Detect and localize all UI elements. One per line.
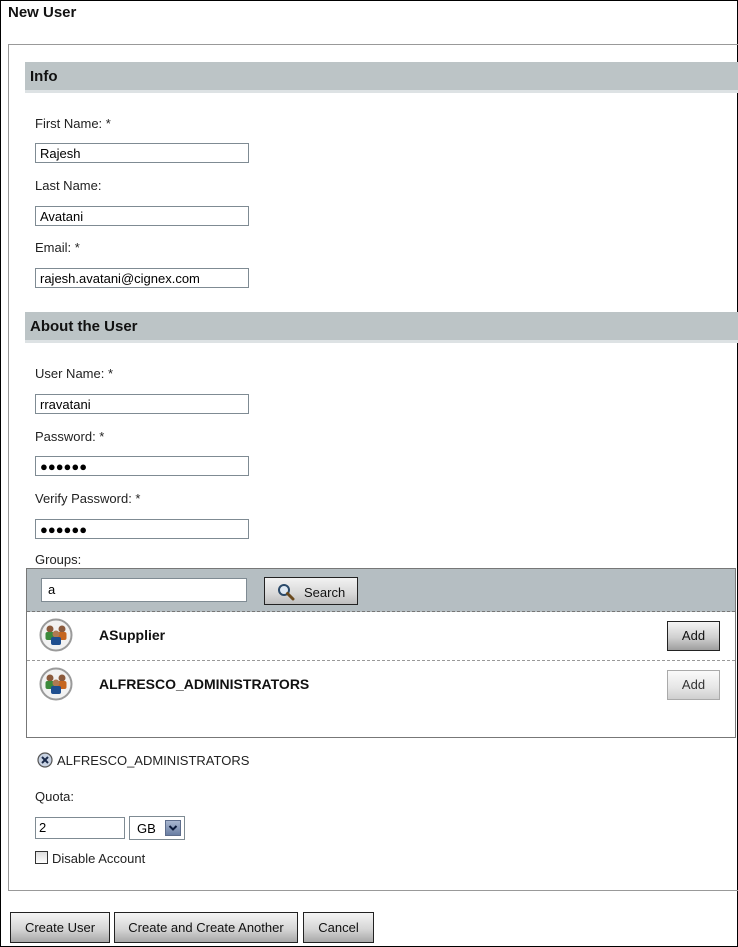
group-name: ASupplier: [99, 627, 166, 643]
groups-label: Groups:: [35, 552, 82, 567]
group-icon: [39, 618, 73, 652]
last-name-label: Last Name:: [35, 178, 102, 193]
group-icon: [39, 667, 73, 701]
section-title: Info: [30, 68, 58, 85]
search-button[interactable]: Search: [264, 577, 358, 605]
username-input[interactable]: rravatani: [35, 394, 249, 414]
group-name: ALFRESCO_ADMINISTRATORS: [99, 676, 310, 692]
list-item: ALFRESCO_ADMINISTRATORS Add: [27, 661, 735, 709]
verify-password-label: Verify Password: *: [35, 491, 141, 506]
password-label: Password: *: [35, 429, 105, 444]
quota-unit-value: GB: [137, 821, 156, 836]
add-group-button[interactable]: Add: [667, 670, 720, 700]
quota-unit-select[interactable]: GB: [129, 816, 185, 840]
disable-account-row: Disable Account: [35, 851, 145, 866]
section-header-info: Info: [25, 62, 738, 93]
last-name-input[interactable]: Avatani: [35, 206, 249, 226]
password-input[interactable]: ●●●●●●: [35, 456, 249, 476]
chevron-down-icon[interactable]: [165, 820, 181, 836]
username-label: User Name: *: [35, 366, 114, 381]
groups-picker: a Search ASupplier Add ALFRESCO_ADMINIST…: [26, 568, 736, 738]
quota-label: Quota:: [35, 789, 75, 804]
disable-account-checkbox[interactable]: [35, 851, 48, 864]
section-title: About the User: [30, 318, 138, 335]
selected-group: ALFRESCO_ADMINISTRATORS: [37, 752, 249, 768]
verify-password-input[interactable]: ●●●●●●: [35, 519, 249, 539]
list-item: ASupplier Add: [27, 612, 735, 661]
selected-group-name: ALFRESCO_ADMINISTRATORS: [57, 753, 250, 768]
email-input[interactable]: rajesh.avatani@cignex.com: [35, 268, 249, 288]
disable-account-label: Disable Account: [52, 851, 146, 866]
cancel-button[interactable]: Cancel: [303, 912, 374, 943]
remove-icon[interactable]: [37, 752, 53, 768]
quota-input[interactable]: 2: [35, 817, 125, 839]
create-user-button[interactable]: Create User: [10, 912, 110, 943]
first-name-label: First Name: *: [35, 116, 111, 131]
create-and-create-another-button[interactable]: Create and Create Another: [114, 912, 298, 943]
group-search-input[interactable]: a: [41, 578, 247, 602]
add-group-button[interactable]: Add: [667, 621, 720, 651]
first-name-input[interactable]: Rajesh: [35, 143, 249, 163]
email-label: Email: *: [35, 240, 80, 255]
section-header-about: About the User: [25, 312, 738, 343]
search-icon: [278, 584, 295, 601]
groups-search-bar: a Search: [27, 569, 735, 612]
page-title: New User: [8, 4, 77, 21]
search-button-label: Search: [304, 585, 346, 600]
